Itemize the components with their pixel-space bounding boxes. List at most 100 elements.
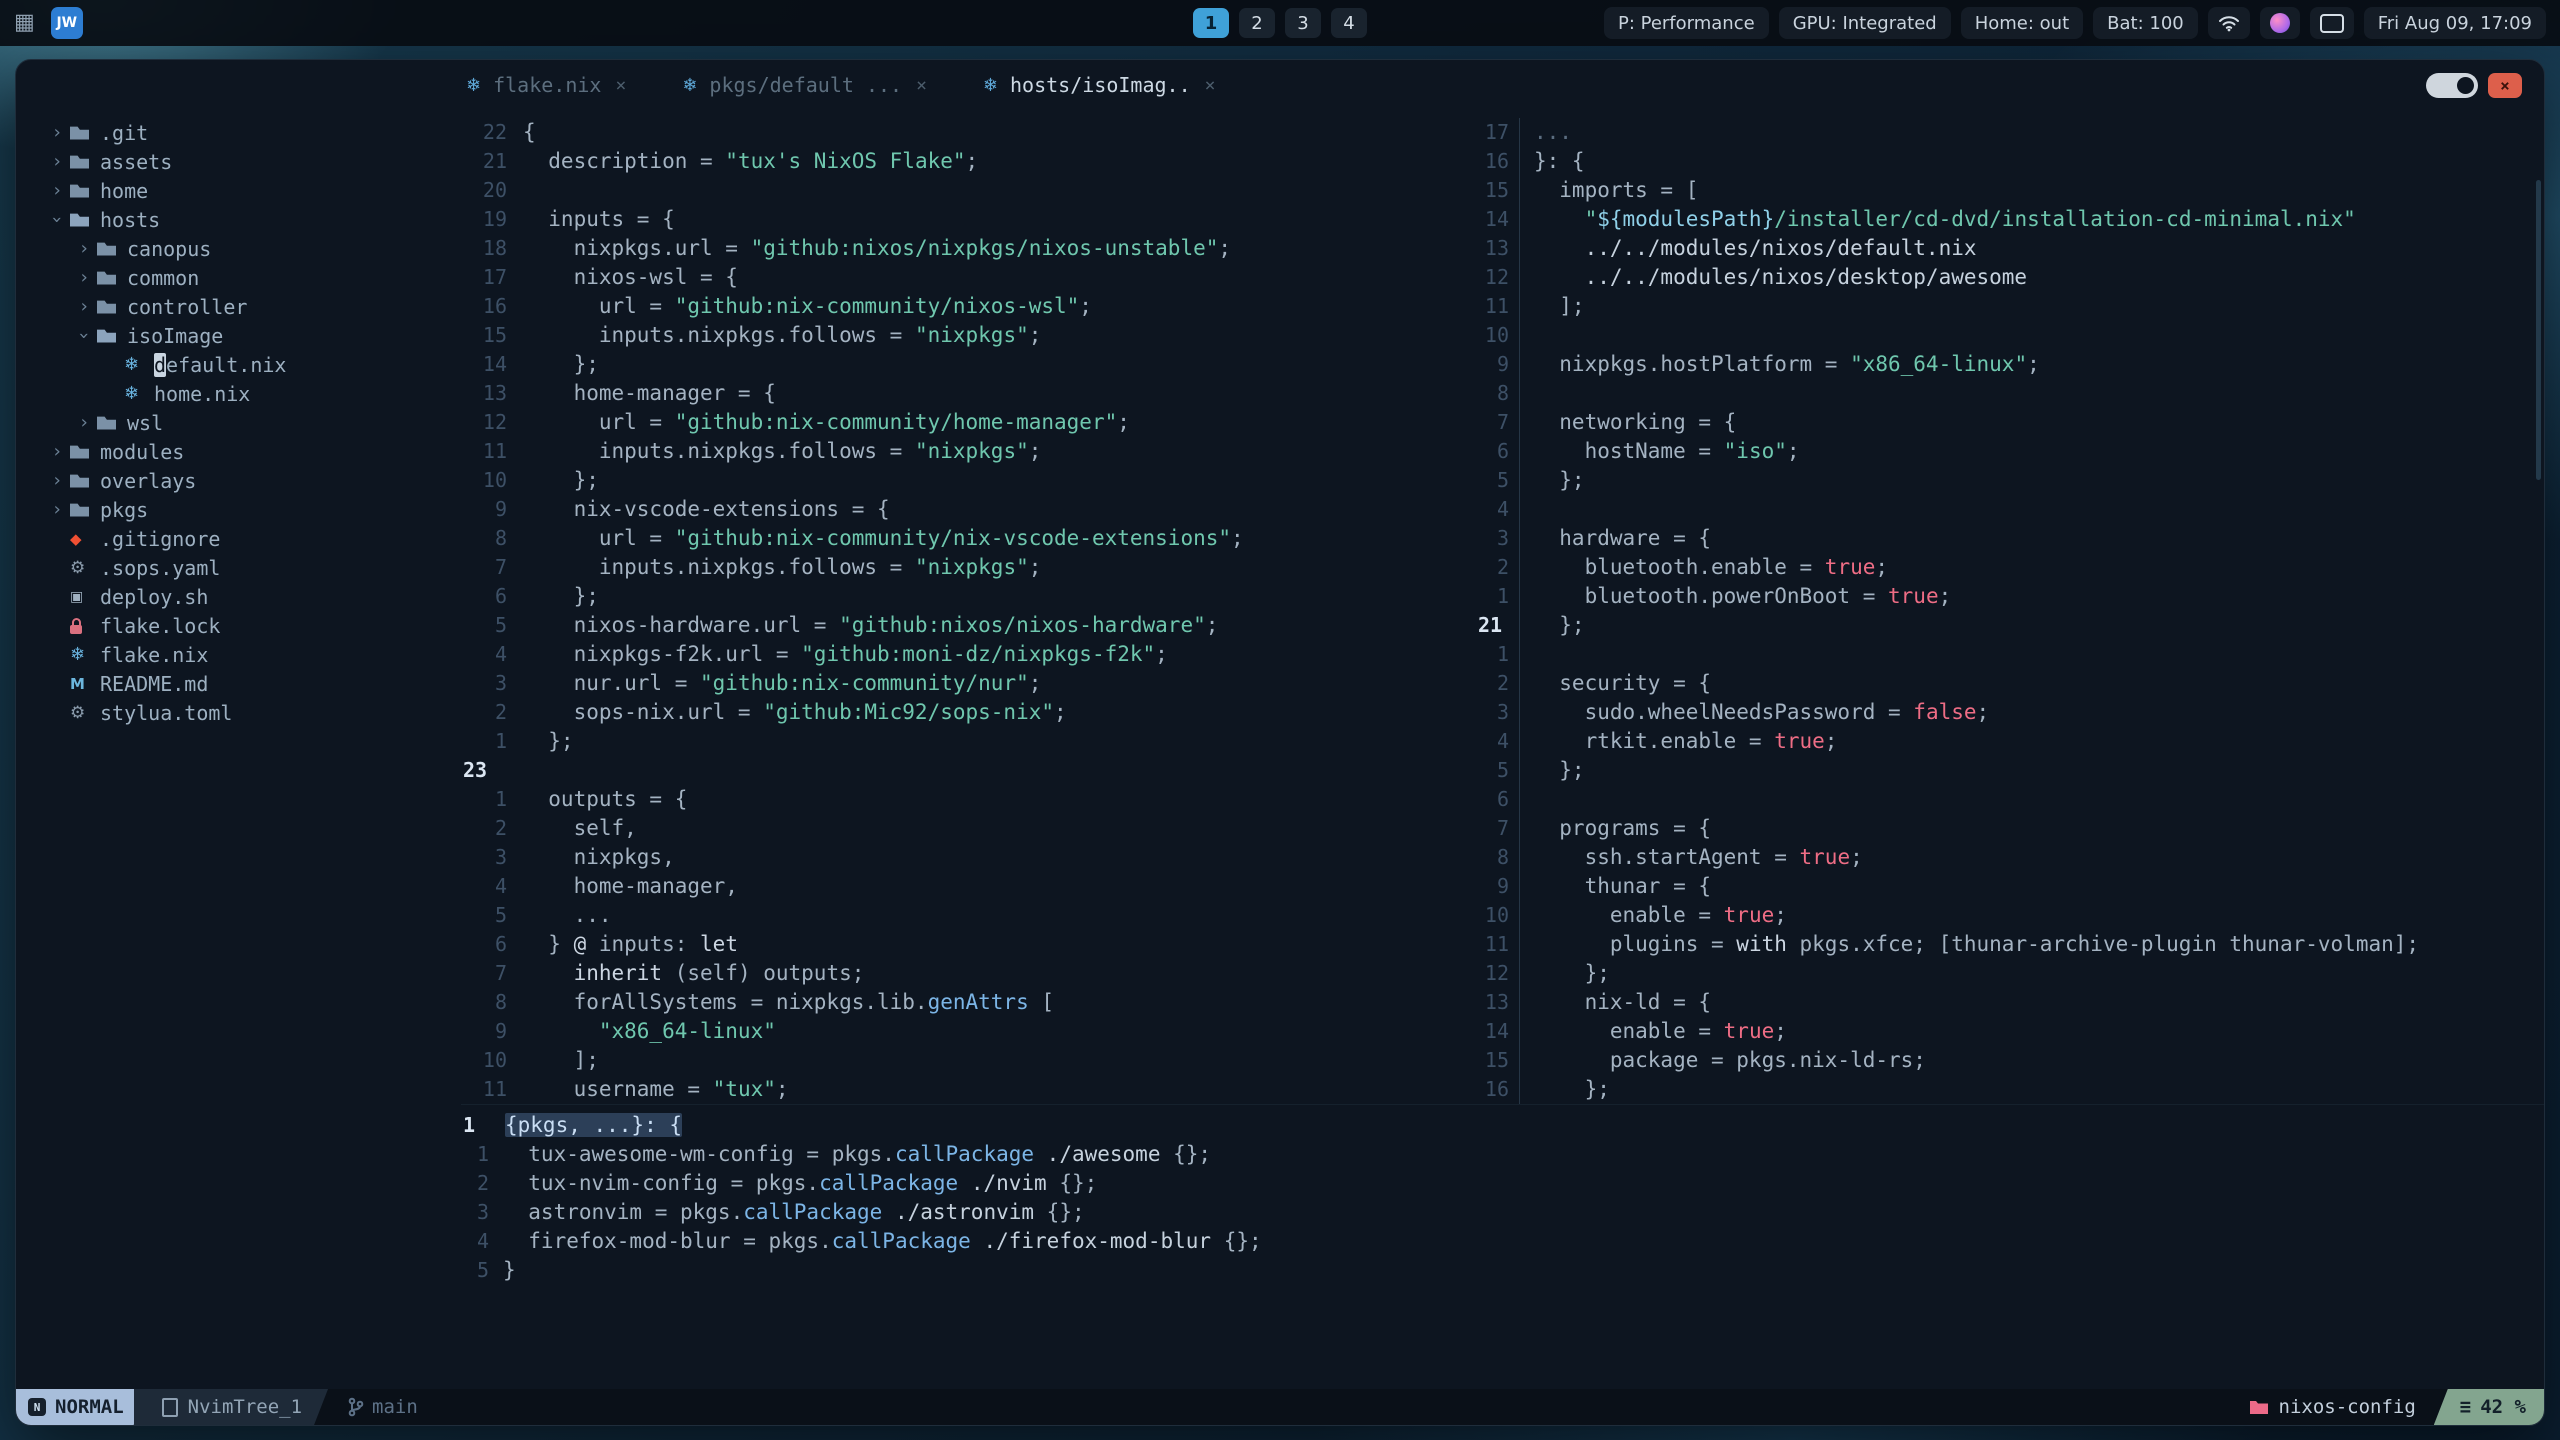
code-line[interactable]: 7 networking = { — [1476, 408, 2544, 437]
code-line[interactable]: 13 nix-ld = { — [1476, 988, 2544, 1017]
code-line[interactable]: 9 thunar = { — [1476, 872, 2544, 901]
window-toggle-button[interactable] — [2426, 73, 2478, 98]
code-line[interactable]: 11 plugins = with pkgs.xfce; [thunar-arc… — [1476, 930, 2544, 959]
tab-close-icon[interactable]: × — [1205, 75, 1216, 96]
code-line[interactable]: 6 hostName = "iso"; — [1476, 437, 2544, 466]
tree-item-deploy.sh[interactable]: ▣ deploy.sh — [16, 582, 461, 611]
code-line[interactable]: 5} — [461, 1256, 2544, 1285]
code-line[interactable]: 7 inputs.nixpkgs.follows = "nixpkgs"; — [461, 553, 1476, 582]
code-line[interactable]: 6 — [1476, 785, 2544, 814]
code-line[interactable]: 2 sops-nix.url = "github:Mic92/sops-nix"… — [461, 698, 1476, 727]
tree-item-home[interactable]: › home — [16, 176, 461, 205]
code-line[interactable]: 11 ]; — [1476, 292, 2544, 321]
code-line[interactable]: 10 }; — [461, 466, 1476, 495]
code-line[interactable]: 22 { — [461, 118, 1476, 147]
chevron-right-icon[interactable]: › — [71, 267, 97, 288]
code-line[interactable]: 7 programs = { — [1476, 814, 2544, 843]
code-line[interactable]: 3 sudo.wheelNeedsPassword = false; — [1476, 698, 2544, 727]
code-line[interactable]: 1 {pkgs, ...}: { — [461, 1111, 2544, 1140]
code-line[interactable]: 16 url = "github:nix-community/nixos-wsl… — [461, 292, 1476, 321]
tree-item-wsl[interactable]: › wsl — [16, 408, 461, 437]
code-line[interactable]: 14 enable = true; — [1476, 1017, 2544, 1046]
tab-flake-nix[interactable]: ❄ flake.nix × — [466, 73, 626, 97]
tree-item-flake.nix[interactable]: ❄ flake.nix — [16, 640, 461, 669]
wifi-icon[interactable] — [2207, 7, 2250, 39]
code-line[interactable]: 15 inputs.nixpkgs.follows = "nixpkgs"; — [461, 321, 1476, 350]
code-line[interactable]: 13 ../../modules/nixos/default.nix — [1476, 234, 2544, 263]
code-line[interactable]: 3 nur.url = "github:nix-community/nur"; — [461, 669, 1476, 698]
workspace-2[interactable]: 2 — [1239, 8, 1275, 38]
code-line[interactable]: 14 }; — [461, 350, 1476, 379]
code-line[interactable]: 9 nixpkgs.hostPlatform = "x86_64-linux"; — [1476, 350, 2544, 379]
workspace-3[interactable]: 3 — [1285, 8, 1321, 38]
code-line[interactable]: 4 firefox-mod-blur = pkgs.callPackage ./… — [461, 1227, 2544, 1256]
chevron-right-icon[interactable]: › — [44, 441, 70, 462]
code-line[interactable]: 10 enable = true; — [1476, 901, 2544, 930]
code-line[interactable]: 17... — [1476, 118, 2544, 147]
tree-item-modules[interactable]: › modules — [16, 437, 461, 466]
code-line[interactable]: 11 inputs.nixpkgs.follows = "nixpkgs"; — [461, 437, 1476, 466]
code-line[interactable]: 2 bluetooth.enable = true; — [1476, 553, 2544, 582]
code-line[interactable]: 15 package = pkgs.nix-ld-rs; — [1476, 1046, 2544, 1075]
code-line[interactable]: 2 security = { — [1476, 669, 2544, 698]
code-line[interactable]: 5 }; — [1476, 756, 2544, 785]
scrollbar-thumb[interactable] — [2536, 180, 2541, 480]
logo-badge[interactable]: JW — [50, 7, 83, 39]
tree-item-overlays[interactable]: › overlays — [16, 466, 461, 495]
code-line[interactable]: 19 inputs = { — [461, 205, 1476, 234]
chevron-right-icon[interactable]: › — [44, 499, 70, 520]
tab-pkgs-default-[interactable]: ❄ pkgs/default ... × — [682, 73, 927, 97]
code-line[interactable]: 6 } @ inputs: let — [461, 930, 1476, 959]
code-line[interactable]: 3 hardware = { — [1476, 524, 2544, 553]
code-line[interactable]: 11 username = "tux"; — [461, 1075, 1476, 1104]
workspace-4[interactable]: 4 — [1331, 8, 1367, 38]
tree-item-hosts[interactable]: › hosts — [16, 205, 461, 234]
code-line[interactable]: 1 — [1476, 640, 2544, 669]
code-line[interactable]: 4 nixpkgs-f2k.url = "github:moni-dz/nixp… — [461, 640, 1476, 669]
tree-item-assets[interactable]: › assets — [16, 147, 461, 176]
code-line[interactable]: 3 astronvim = pkgs.callPackage ./astronv… — [461, 1198, 2544, 1227]
code-line[interactable]: 1 outputs = { — [461, 785, 1476, 814]
code-line[interactable]: 8 forAllSystems = nixpkgs.lib.genAttrs [ — [461, 988, 1476, 1017]
code-line[interactable]: 1 tux-awesome-wm-config = pkgs.callPacka… — [461, 1140, 2544, 1169]
code-line[interactable]: 15 imports = [ — [1476, 176, 2544, 205]
code-line[interactable]: 2 self, — [461, 814, 1476, 843]
editor-pane-pkgs-default-nix[interactable]: 1 {pkgs, ...}: {1 tux-awesome-wm-config =… — [461, 1104, 2544, 1389]
code-line[interactable]: 5 }; — [1476, 466, 2544, 495]
code-line[interactable]: 20 — [461, 176, 1476, 205]
tree-item-common[interactable]: › common — [16, 263, 461, 292]
chevron-right-icon[interactable]: › — [44, 180, 70, 201]
tree-item-flake.lock[interactable]: flake.lock — [16, 611, 461, 640]
chevron-right-icon[interactable]: › — [44, 151, 70, 172]
tree-item-controller[interactable]: › controller — [16, 292, 461, 321]
code-line[interactable]: 16 }; — [1476, 1075, 2544, 1104]
code-line[interactable]: 2 tux-nvim-config = pkgs.callPackage ./n… — [461, 1169, 2544, 1198]
tree-item-canopus[interactable]: › canopus — [16, 234, 461, 263]
chevron-right-icon[interactable]: › — [44, 122, 70, 143]
code-line[interactable]: 23 — [461, 756, 1476, 785]
workspace-1[interactable]: 1 — [1193, 8, 1229, 38]
code-line[interactable]: 16}: { — [1476, 147, 2544, 176]
code-line[interactable]: 8 ssh.startAgent = true; — [1476, 843, 2544, 872]
tree-item-default.nix[interactable]: ❄ default.nix — [16, 350, 461, 379]
chevron-down-icon[interactable]: › — [47, 207, 68, 233]
editor-pane-flake-nix[interactable]: 22{21 description = "tux's NixOS Flake";… — [461, 110, 1476, 1104]
editor-pane-hosts-isoimage-default-nix[interactable]: 17... 16}: {15 imports = [14 "${modulesPa… — [1476, 110, 2544, 1104]
code-line[interactable]: 17 nixos-wsl = { — [461, 263, 1476, 292]
tab-close-icon[interactable]: × — [916, 75, 927, 96]
theme-color-icon[interactable] — [2259, 7, 2300, 39]
code-line[interactable]: 7 inherit (self) outputs; — [461, 959, 1476, 988]
chevron-right-icon[interactable]: › — [44, 470, 70, 491]
code-line[interactable]: 6 }; — [461, 582, 1476, 611]
code-line[interactable]: 4 rtkit.enable = true; — [1476, 727, 2544, 756]
code-line[interactable]: 12 ../../modules/nixos/desktop/awesome — [1476, 263, 2544, 292]
tree-item-.git[interactable]: › .git — [16, 118, 461, 147]
code-line[interactable]: 21 description = "tux's NixOS Flake"; — [461, 147, 1476, 176]
code-line[interactable]: 10 — [1476, 321, 2544, 350]
tree-item-isoImage[interactable]: › isoImage — [16, 321, 461, 350]
tree-item-.gitignore[interactable]: ◆ .gitignore — [16, 524, 461, 553]
chevron-right-icon[interactable]: › — [71, 412, 97, 433]
code-line[interactable]: 4 home-manager, — [461, 872, 1476, 901]
code-line[interactable]: 1 }; — [461, 727, 1476, 756]
code-line[interactable]: 8 url = "github:nix-community/nix-vscode… — [461, 524, 1476, 553]
